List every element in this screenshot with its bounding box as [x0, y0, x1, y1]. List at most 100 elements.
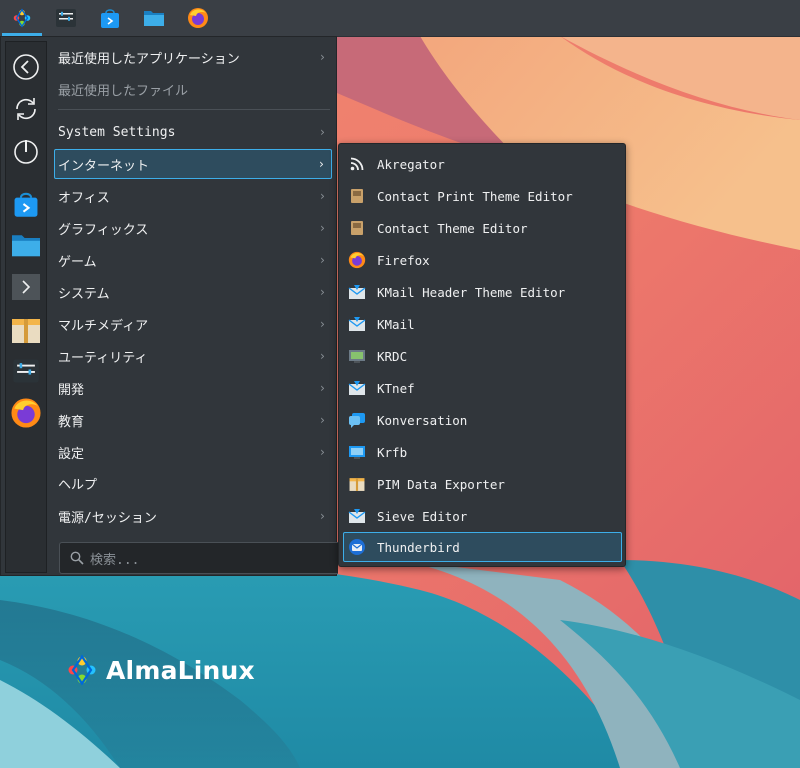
- remote-desktop-icon: [349, 350, 365, 363]
- app-ktnef[interactable]: KTnef: [343, 373, 622, 403]
- address-book-icon: [351, 189, 363, 203]
- top-panel: [0, 0, 800, 37]
- fav-firefox[interactable]: [9, 396, 43, 430]
- taskbar-discover[interactable]: [88, 0, 132, 36]
- category-graphics[interactable]: グラフィックス ›: [54, 213, 332, 243]
- fav-archive[interactable]: [9, 313, 43, 347]
- category-label: オフィス: [58, 190, 110, 206]
- app-label: Thunderbird: [377, 539, 460, 555]
- chevron-right-icon: ›: [318, 189, 326, 203]
- favorites-bar: [5, 41, 47, 573]
- category-label: マルチメディア: [58, 318, 149, 334]
- category-development[interactable]: 開発 ›: [54, 373, 332, 403]
- chevron-right-icon: ›: [318, 253, 326, 267]
- search-input[interactable]: 検索...: [59, 542, 338, 574]
- store-bag-icon: [101, 9, 119, 28]
- folder-icon: [12, 235, 40, 257]
- app-label: KMail: [377, 316, 415, 332]
- archive-icon: [349, 478, 365, 491]
- address-book-icon: [351, 221, 363, 235]
- category-multimedia[interactable]: マルチメディア ›: [54, 309, 332, 339]
- category-education[interactable]: 教育 ›: [54, 405, 332, 435]
- app-label: KRDC: [377, 348, 408, 364]
- settings-panel-icon: [56, 9, 76, 27]
- category-help[interactable]: ヘルプ: [54, 468, 332, 498]
- category-system-settings[interactable]: System Settings ›: [54, 117, 332, 147]
- chevron-right-icon: ›: [318, 221, 326, 235]
- category-office[interactable]: オフィス ›: [54, 181, 332, 211]
- chevron-right-icon: ›: [317, 157, 325, 171]
- application-launcher-button[interactable]: [0, 0, 44, 36]
- app-label: PIM Data Exporter: [377, 476, 505, 492]
- category-recent-apps[interactable]: 最近使用したアプリケーション ›: [54, 42, 332, 72]
- taskbar-system-settings[interactable]: [44, 0, 88, 36]
- app-label: Konversation: [377, 412, 468, 428]
- mail-icon: [348, 381, 366, 395]
- chevron-right-icon: ›: [318, 285, 326, 299]
- refresh-icon: [16, 98, 36, 120]
- archive-icon: [12, 319, 40, 343]
- category-utilities[interactable]: ユーティリティ ›: [54, 341, 332, 371]
- fav-refresh[interactable]: [9, 92, 43, 126]
- app-sieve-editor[interactable]: Sieve Editor: [343, 501, 622, 531]
- category-games[interactable]: ゲーム ›: [54, 245, 332, 275]
- chevron-right-icon: ›: [318, 125, 326, 139]
- app-kmail-header-theme-editor[interactable]: KMail Header Theme Editor: [343, 277, 622, 307]
- fav-discover[interactable]: [9, 187, 43, 221]
- rss-icon: [350, 157, 364, 171]
- fav-terminal[interactable]: [9, 270, 43, 304]
- app-contact-theme-editor[interactable]: Contact Theme Editor: [343, 213, 622, 243]
- internet-submenu: Akregator Contact Print Theme Editor Con…: [338, 143, 626, 567]
- category-label: 最近使用したファイル: [58, 83, 189, 99]
- app-contact-print-theme-editor[interactable]: Contact Print Theme Editor: [343, 181, 622, 211]
- desktop-share-icon: [349, 446, 365, 459]
- app-label: Contact Print Theme Editor: [377, 188, 573, 204]
- fav-dolphin[interactable]: [9, 228, 43, 262]
- app-label: Sieve Editor: [377, 508, 468, 524]
- category-settings[interactable]: 設定 ›: [54, 437, 332, 467]
- category-label: システム: [58, 286, 110, 302]
- search-icon: [70, 551, 84, 565]
- category-label: ゲーム: [58, 254, 97, 270]
- fav-power[interactable]: [9, 134, 43, 168]
- chevron-right-icon: ›: [318, 509, 326, 523]
- separator: [58, 109, 330, 110]
- terminal-icon: [12, 274, 40, 300]
- app-label: Krfb: [377, 444, 408, 460]
- category-internet[interactable]: インターネット ›: [54, 149, 332, 179]
- thunderbird-icon: [349, 539, 365, 555]
- app-krfb[interactable]: Krfb: [343, 437, 622, 467]
- category-label: ユーティリティ: [58, 350, 148, 366]
- category-label: グラフィックス: [58, 222, 149, 238]
- app-label: Akregator: [377, 156, 445, 172]
- power-icon: [14, 140, 38, 164]
- app-kmail[interactable]: KMail: [343, 309, 622, 339]
- taskbar-dolphin[interactable]: [132, 0, 176, 36]
- category-label: 教育: [58, 414, 85, 430]
- app-thunderbird[interactable]: Thunderbird: [343, 532, 622, 562]
- category-recent-files[interactable]: 最近使用したファイル: [54, 74, 332, 104]
- category-power-session[interactable]: 電源/セッション ›: [54, 501, 332, 531]
- application-menu: 最近使用したアプリケーション › 最近使用したファイル System Setti…: [0, 36, 338, 576]
- app-akregator[interactable]: Akregator: [343, 149, 622, 179]
- app-firefox[interactable]: Firefox: [343, 245, 622, 275]
- folder-icon: [144, 11, 164, 26]
- search-placeholder: 検索...: [90, 552, 140, 568]
- fav-back[interactable]: [9, 50, 43, 84]
- firefox-icon: [188, 8, 208, 28]
- app-label: KTnef: [377, 380, 415, 396]
- chevron-right-icon: ›: [318, 381, 326, 395]
- category-label: インターネット: [58, 158, 150, 174]
- fav-system-settings[interactable]: [9, 354, 43, 388]
- chevron-right-icon: ›: [318, 445, 326, 459]
- app-krdc[interactable]: KRDC: [343, 341, 622, 371]
- category-label: 電源/セッション: [58, 510, 157, 526]
- firefox-icon: [11, 398, 41, 428]
- category-system[interactable]: システム ›: [54, 277, 332, 307]
- app-konversation[interactable]: Konversation: [343, 405, 622, 435]
- taskbar-firefox[interactable]: [176, 0, 220, 36]
- chevron-right-icon: ›: [318, 349, 326, 363]
- back-icon: [13, 54, 39, 80]
- app-pim-data-exporter[interactable]: PIM Data Exporter: [343, 469, 622, 499]
- chevron-right-icon: ›: [318, 413, 326, 427]
